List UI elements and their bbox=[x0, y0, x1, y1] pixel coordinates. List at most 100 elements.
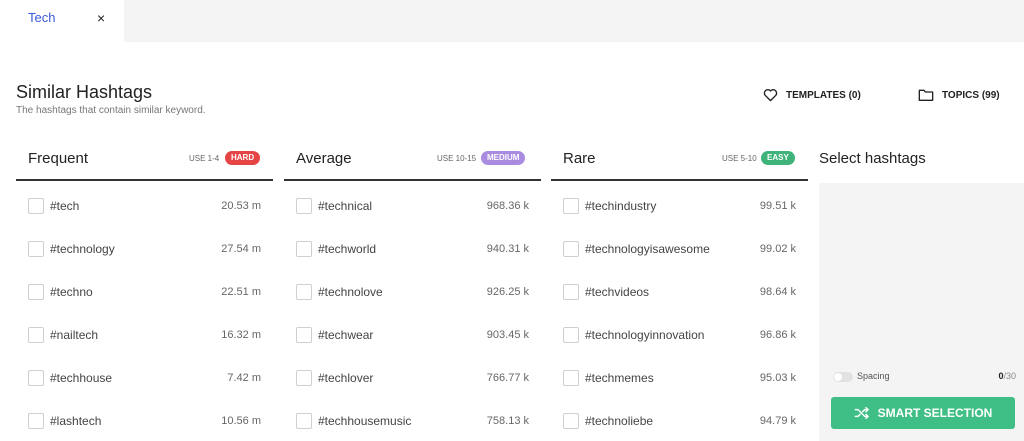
difficulty-badge: EASY bbox=[761, 151, 795, 165]
checkbox[interactable] bbox=[563, 327, 579, 343]
hashtag: #techlover bbox=[318, 371, 374, 385]
close-icon[interactable]: × bbox=[97, 10, 105, 26]
hashtag: #techindustry bbox=[585, 199, 657, 213]
column-header: Average USE 10-15 MEDIUM bbox=[284, 140, 541, 181]
list-item[interactable]: #technology 27.54 m bbox=[16, 224, 273, 267]
difficulty-badge: HARD bbox=[225, 151, 261, 165]
use-range: USE 10-15 bbox=[437, 154, 477, 163]
post-count: 926.25 k bbox=[486, 286, 529, 298]
templates-label: TEMPLATES (0) bbox=[786, 89, 861, 101]
list-item[interactable]: #techno 22.51 m bbox=[16, 267, 273, 310]
list-item[interactable]: #techhouse 7.42 m bbox=[16, 353, 273, 396]
list-item[interactable]: #techvideos 98.64 k bbox=[551, 267, 808, 310]
max-count: /30 bbox=[1003, 371, 1016, 381]
hashtag: #techwear bbox=[318, 328, 374, 342]
list-item[interactable]: #nailtech 16.32 m bbox=[16, 310, 273, 353]
tab-bar: Tech × bbox=[0, 0, 1024, 42]
list-item[interactable]: #lashtech 10.56 m bbox=[16, 396, 273, 439]
hashtag: #tech bbox=[50, 199, 80, 213]
list-item[interactable]: #techindustry 99.51 k bbox=[551, 181, 808, 224]
checkbox[interactable] bbox=[296, 413, 312, 429]
selection-counter: 0/30 bbox=[998, 371, 1016, 381]
post-count: 758.13 k bbox=[486, 415, 529, 427]
column-header: Rare USE 5-10 EASY bbox=[551, 140, 808, 181]
column-title: Average bbox=[296, 150, 352, 167]
use-range: USE 5-10 bbox=[722, 154, 757, 163]
use-range: USE 1-4 bbox=[189, 154, 220, 163]
column-header: Frequent USE 1-4 HARD bbox=[16, 140, 273, 181]
post-count: 20.53 m bbox=[221, 200, 261, 212]
list-item[interactable]: #techhousemusic 758.13 k bbox=[284, 396, 541, 439]
checkbox[interactable] bbox=[563, 198, 579, 214]
list-item[interactable]: #technoliebe 94.79 k bbox=[551, 396, 808, 439]
checkbox[interactable] bbox=[296, 198, 312, 214]
checkbox[interactable] bbox=[28, 198, 44, 214]
post-count: 99.02 k bbox=[759, 243, 796, 255]
checkbox[interactable] bbox=[563, 241, 579, 257]
column-title: Rare bbox=[563, 150, 596, 167]
selected-hashtags-panel: Spacing 0/30 SMART SELECTION bbox=[819, 183, 1024, 441]
checkbox[interactable] bbox=[28, 284, 44, 300]
checkbox[interactable] bbox=[28, 327, 44, 343]
checkbox[interactable] bbox=[28, 241, 44, 257]
column-frequent: Frequent USE 1-4 HARD #tech 20.53 m #tech… bbox=[16, 140, 273, 439]
tab-tech[interactable]: Tech × bbox=[0, 0, 124, 42]
smart-selection-label: SMART SELECTION bbox=[877, 406, 993, 420]
page-title: Similar Hashtags bbox=[16, 82, 153, 102]
hashtag: #technolove bbox=[318, 285, 383, 299]
list-item[interactable]: #technolove 926.25 k bbox=[284, 267, 541, 310]
post-count: 7.42 m bbox=[227, 372, 261, 384]
hashtag: #technologyisawesome bbox=[585, 242, 710, 256]
hashtag: #technical bbox=[318, 199, 373, 213]
hashtag: #techmemes bbox=[585, 371, 654, 385]
list-item[interactable]: #technologyisawesome 99.02 k bbox=[551, 224, 808, 267]
list-item[interactable]: #techlover 766.77 k bbox=[284, 353, 541, 396]
post-count: 27.54 m bbox=[221, 243, 261, 255]
post-count: 766.77 k bbox=[486, 372, 529, 384]
page-subtitle: The hashtags that contain similar keywor… bbox=[16, 105, 206, 116]
post-count: 95.03 k bbox=[759, 372, 796, 384]
checkbox[interactable] bbox=[563, 413, 579, 429]
column-rare: Rare USE 5-10 EASY #techindustry 99.51 k … bbox=[551, 140, 808, 439]
checkbox[interactable] bbox=[28, 370, 44, 386]
hashtag: #technoliebe bbox=[585, 414, 654, 428]
shuffle-icon bbox=[854, 407, 869, 419]
checkbox[interactable] bbox=[296, 284, 312, 300]
hashtag: #lashtech bbox=[50, 414, 102, 428]
hashtag: #techhouse bbox=[50, 371, 113, 385]
post-count: 968.36 k bbox=[486, 200, 529, 212]
spacing-label: Spacing bbox=[857, 371, 890, 381]
post-count: 96.86 k bbox=[759, 329, 796, 341]
column-title: Frequent bbox=[28, 150, 89, 167]
post-count: 940.31 k bbox=[486, 243, 529, 255]
list-item[interactable]: #technologyinnovation 96.86 k bbox=[551, 310, 808, 353]
topics-label: TOPICS (99) bbox=[942, 89, 1000, 101]
list-item[interactable]: #technical 968.36 k bbox=[284, 181, 541, 224]
post-count: 16.32 m bbox=[221, 329, 261, 341]
checkbox[interactable] bbox=[563, 370, 579, 386]
tab-label[interactable]: Tech bbox=[28, 10, 55, 25]
templates-button[interactable]: TEMPLATES (0) bbox=[763, 88, 861, 102]
list-item[interactable]: #techwear 903.45 k bbox=[284, 310, 541, 353]
difficulty-badge: MEDIUM bbox=[481, 151, 526, 165]
checkbox[interactable] bbox=[563, 284, 579, 300]
hashtag: #nailtech bbox=[50, 328, 99, 342]
select-hashtags-title: Select hashtags bbox=[819, 150, 926, 167]
smart-selection-button[interactable]: SMART SELECTION bbox=[831, 397, 1015, 429]
post-count: 98.64 k bbox=[759, 286, 796, 298]
list-item[interactable]: #tech 20.53 m bbox=[16, 181, 273, 224]
hashtag: #technologyinnovation bbox=[585, 328, 705, 342]
hashtag: #techworld bbox=[318, 242, 377, 256]
post-count: 22.51 m bbox=[221, 286, 261, 298]
list-item[interactable]: #techworld 940.31 k bbox=[284, 224, 541, 267]
checkbox[interactable] bbox=[296, 370, 312, 386]
checkbox[interactable] bbox=[28, 413, 44, 429]
spacing-toggle[interactable] bbox=[833, 372, 853, 382]
checkbox[interactable] bbox=[296, 241, 312, 257]
hashtag: #technology bbox=[50, 242, 115, 256]
post-count: 903.45 k bbox=[486, 329, 529, 341]
list-item[interactable]: #techmemes 95.03 k bbox=[551, 353, 808, 396]
hashtag: #techvideos bbox=[585, 285, 650, 299]
topics-button[interactable]: TOPICS (99) bbox=[918, 88, 1000, 102]
checkbox[interactable] bbox=[296, 327, 312, 343]
